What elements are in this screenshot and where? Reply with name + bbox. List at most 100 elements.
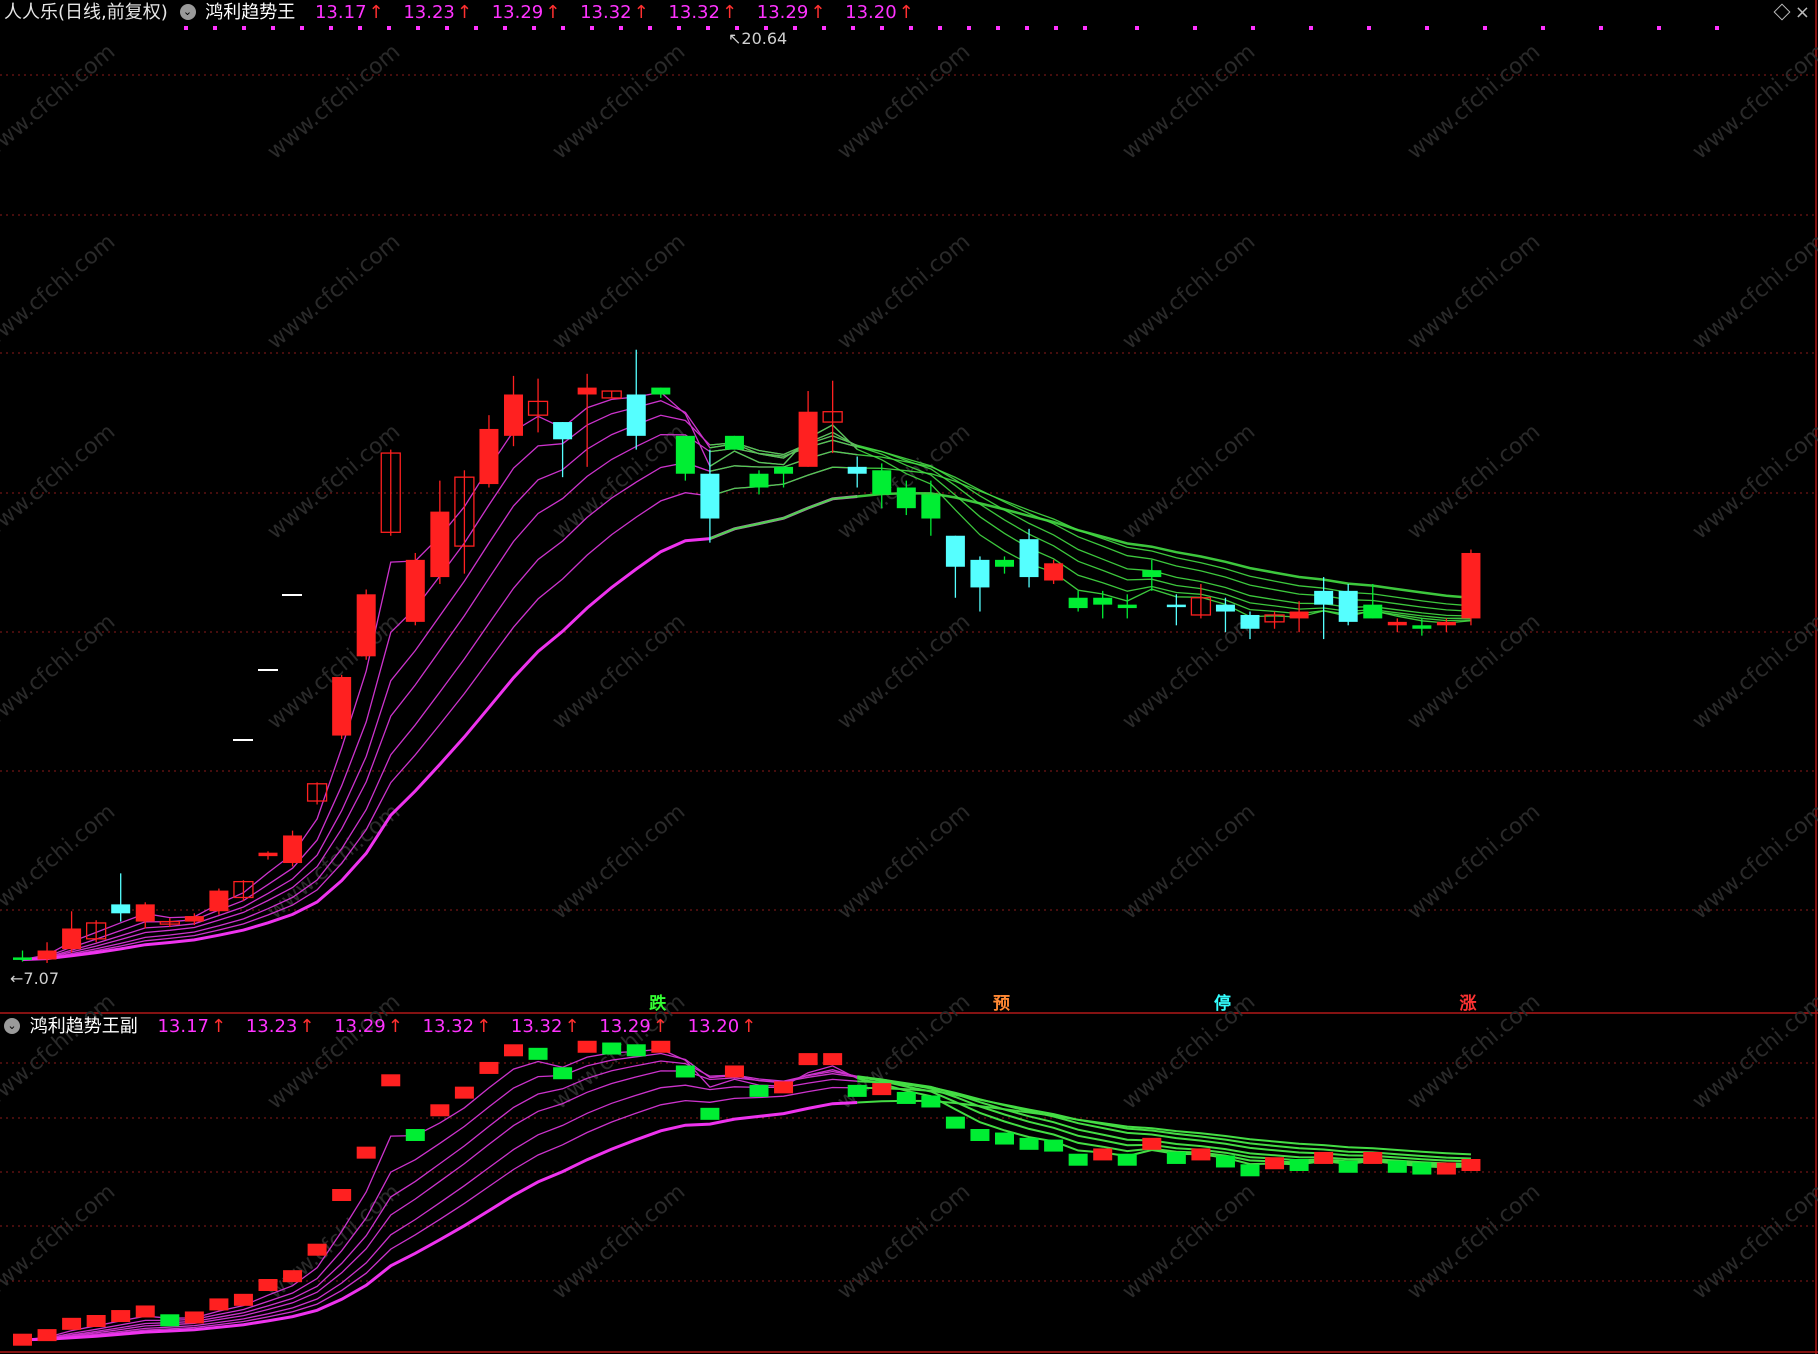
watermark-text: www.cfchi.com	[548, 799, 690, 924]
up-arrow-icon: ↑	[476, 1016, 492, 1037]
chevron-down-icon[interactable]: ⌄	[179, 4, 196, 20]
up-arrow-icon: ↑	[741, 1016, 757, 1037]
watermark-text: www.cfchi.com	[1118, 799, 1260, 924]
candle-body	[995, 559, 1014, 567]
candle-body	[700, 473, 720, 519]
sub-block	[184, 1311, 204, 1324]
candle-body	[356, 594, 376, 657]
watermark-text: www.cfchi.com	[1688, 609, 1818, 734]
signal-dot	[329, 26, 333, 30]
watermark-text: www.cfchi.com	[1118, 1179, 1260, 1304]
watermark-text: www.cfchi.com	[0, 419, 120, 544]
sub-block	[356, 1146, 376, 1159]
candle-body	[1314, 590, 1334, 605]
sub-ma-line	[22, 1086, 858, 1341]
watermark-text: www.cfchi.com	[263, 419, 405, 544]
watermark-text: www.cfchi.com	[1118, 39, 1260, 164]
up-arrow-icon: ↑	[368, 2, 384, 23]
watermark-text: www.cfchi.com	[263, 989, 405, 1114]
up-arrow-icon: ↑	[299, 1016, 315, 1037]
stock-chart[interactable]: www.cfchi.com www.cfchi.com www.cfchi.com w…	[0, 0, 1818, 1354]
sub-block	[258, 1279, 278, 1291]
signal-dot	[1025, 26, 1029, 30]
candle-body	[62, 928, 82, 950]
candle-body	[184, 916, 204, 922]
watermark-text: www.cfchi.com	[1688, 229, 1818, 354]
candle-body	[774, 466, 794, 474]
watermark-text: www.cfchi.com	[833, 419, 975, 544]
signal-dot	[619, 26, 623, 30]
chevron-down-icon[interactable]: ⌄	[4, 1018, 20, 1034]
ma-value: 13.20	[845, 2, 897, 23]
signal-dot	[358, 26, 362, 30]
sub-indicator-name[interactable]: 鸿利趋势王副	[30, 1016, 138, 1037]
sub-block	[626, 1044, 646, 1057]
sub-block	[1265, 1157, 1285, 1170]
candle-body	[921, 494, 941, 519]
moving-averages	[22, 391, 1472, 961]
candle-body	[1387, 621, 1407, 626]
ma-value: 13.17	[157, 1016, 209, 1037]
sub-block	[307, 1243, 327, 1256]
candle-body	[1068, 597, 1088, 609]
sub-block	[1314, 1151, 1334, 1164]
signal-dot	[271, 26, 275, 30]
close-icon[interactable]: ×	[1795, 2, 1810, 23]
watermark: www.cfchi.com www.cfchi.com www.cfchi.com w…	[0, 39, 1818, 1304]
sub-header: ⌄ 鸿利趋势王副 13.17 ↑ 13.23 ↑ 13.29 ↑ 13.32 ↑ 13.…	[4, 1014, 756, 1040]
sub-ma-line	[22, 1101, 858, 1342]
sub-block	[479, 1061, 499, 1074]
up-arrow-icon: ↑	[545, 2, 561, 23]
ma-value: 13.23	[245, 1016, 298, 1037]
watermark-text: www.cfchi.com	[1118, 989, 1260, 1114]
ma-value: 13.17	[314, 2, 367, 23]
candle-body	[577, 387, 597, 395]
indicator-name[interactable]: 鸿利趋势王	[205, 2, 295, 23]
candle-body	[847, 466, 867, 474]
watermark-text: www.cfchi.com	[1688, 39, 1818, 164]
watermark-text: www.cfchi.com	[1403, 229, 1545, 354]
signal-dot	[1541, 26, 1545, 30]
sub-block	[921, 1095, 941, 1108]
candle-body	[332, 676, 352, 736]
sub-block	[454, 1086, 474, 1099]
up-arrow-icon: ↑	[633, 2, 649, 23]
sub-block	[970, 1129, 990, 1141]
sub-ma-line	[22, 1060, 858, 1341]
stock-title[interactable]: 人人乐(日线,前复权)	[4, 2, 168, 23]
candle-body	[1142, 570, 1162, 578]
watermark-text: www.cfchi.com	[548, 39, 690, 164]
candle-body	[504, 394, 523, 436]
ma-value: 13.32	[510, 1016, 563, 1037]
sub-block	[700, 1107, 720, 1120]
ma-line-down	[709, 450, 1472, 612]
candle-body	[283, 835, 303, 864]
candle-body	[1166, 604, 1186, 608]
max-price-label: ↖20.64	[728, 29, 787, 48]
main-header: 人人乐(日线,前复权) ⌄ 鸿利趋势王 13.17 ↑ 13.23 ↑ 13.29 ↑…	[4, 0, 914, 26]
sub-block	[1387, 1160, 1407, 1173]
sub-block	[724, 1065, 744, 1078]
sub-block	[945, 1116, 965, 1129]
watermark-text: www.cfchi.com	[833, 609, 975, 734]
sub-block	[798, 1053, 818, 1066]
sub-block	[1019, 1137, 1039, 1150]
sub-block	[1461, 1159, 1481, 1171]
sub-indicator-panel	[13, 1040, 1481, 1346]
sub-block	[233, 1293, 253, 1306]
signal-dot	[474, 26, 478, 30]
candle-body	[1338, 590, 1358, 622]
up-arrow-icon: ↑	[564, 1016, 580, 1037]
sub-block	[1044, 1139, 1064, 1152]
candle-body	[626, 394, 646, 436]
up-arrow-icon: ↑	[652, 1016, 668, 1037]
signal-dot	[1483, 26, 1487, 30]
signal-dot	[1251, 26, 1255, 30]
signal-dot	[1193, 26, 1197, 30]
watermark-text: www.cfchi.com	[1403, 1179, 1545, 1304]
candle-body	[749, 473, 769, 488]
signal-dot	[793, 26, 797, 30]
ma-line	[22, 391, 858, 961]
signal-marker: 涨	[1459, 994, 1476, 1014]
sub-block	[1093, 1148, 1113, 1161]
